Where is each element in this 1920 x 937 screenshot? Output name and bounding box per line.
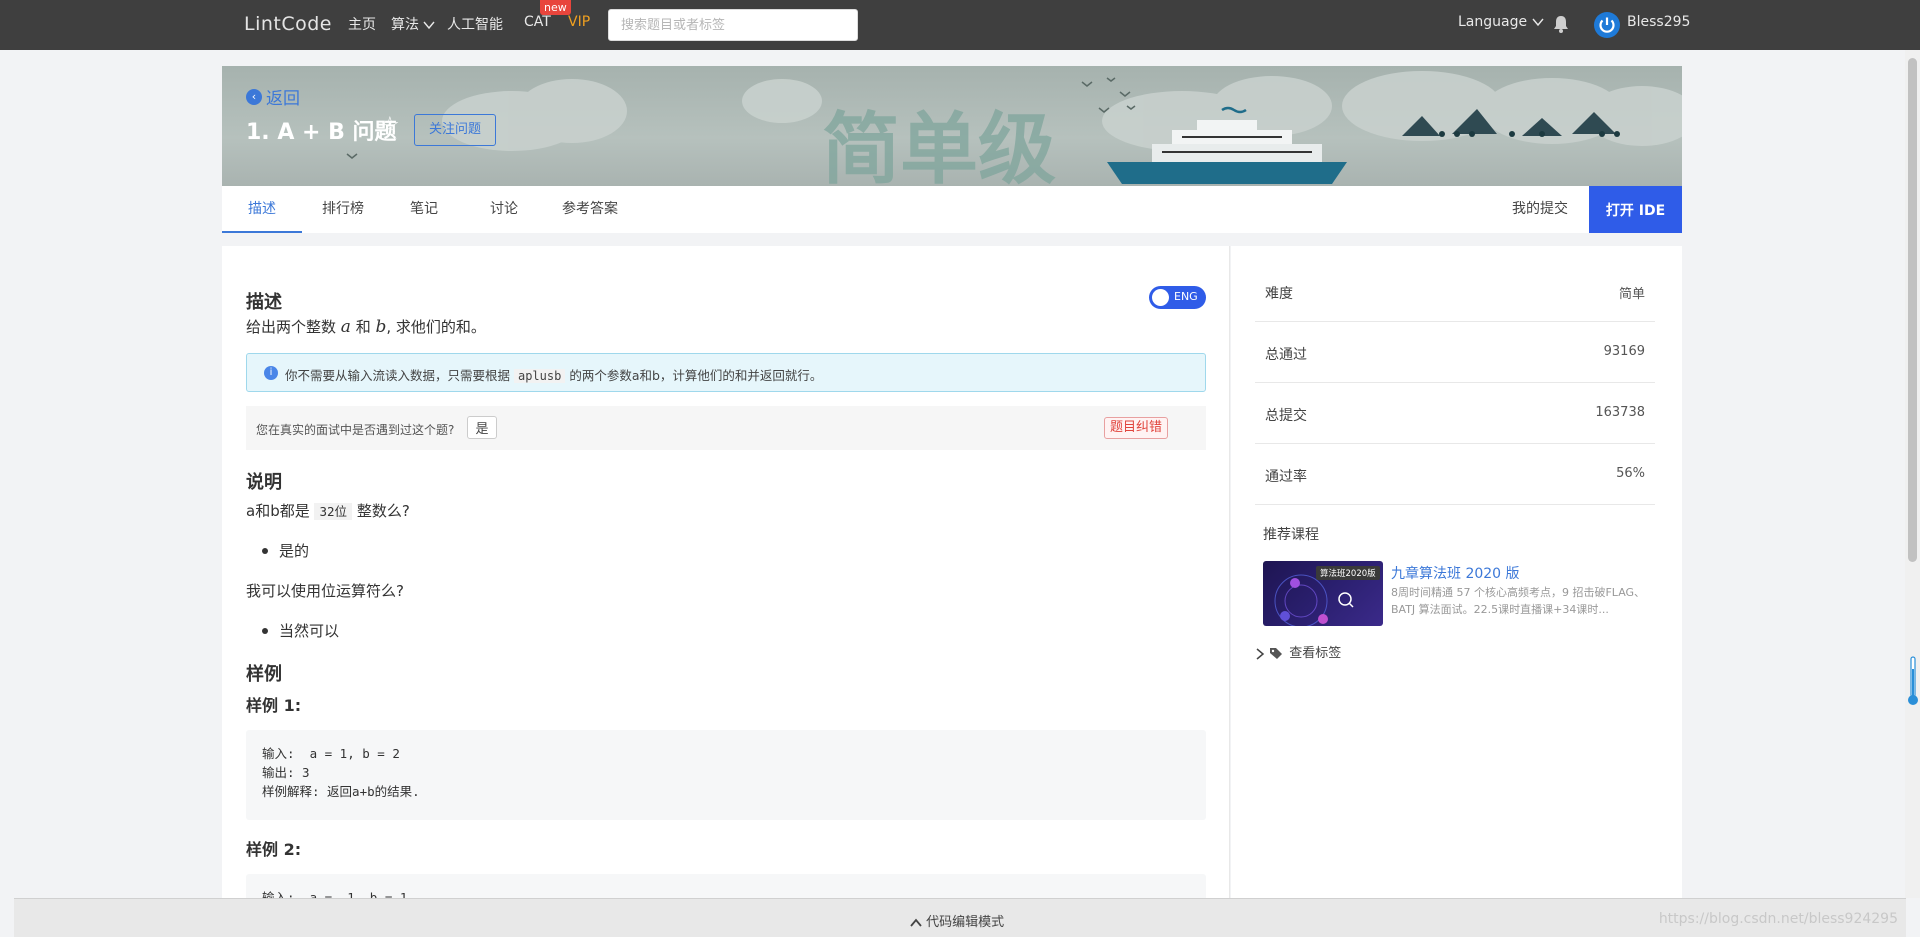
- stat-acceptance-rate: 通过率 56%: [1255, 444, 1655, 505]
- thermometer-icon[interactable]: [1907, 655, 1919, 707]
- username[interactable]: Bless295: [1627, 14, 1690, 30]
- chevron-down-icon: [1532, 18, 1544, 27]
- stat-total-submissions: 总提交 163738: [1255, 383, 1655, 444]
- interview-yes-button[interactable]: 是: [467, 416, 497, 439]
- page-scrollbar[interactable]: [1905, 50, 1920, 898]
- language-label: Language: [1458, 14, 1528, 30]
- top-navbar: LintCode 主页 算法 人工智能 CAT new VIP Language…: [0, 0, 1920, 50]
- open-ide-button[interactable]: 打开 IDE: [1589, 186, 1682, 233]
- explain-answer-1: 是的: [261, 542, 310, 560]
- stat-value: 简单: [1618, 287, 1645, 302]
- avatar[interactable]: [1594, 12, 1620, 38]
- explain-question-1: a和b都是 32位 整数么?: [246, 500, 410, 521]
- problem-tabs: 描述 排行榜 笔记 讨论 参考答案 我的提交 打开 IDE: [222, 186, 1682, 233]
- problem-title: 1. A + B 问题: [246, 120, 397, 145]
- follow-button[interactable]: 关注问题: [414, 114, 497, 146]
- example-1-code: 输入: a = 1, b = 2 输出: 3 样例解释: 返回a+b的结果.: [246, 730, 1206, 820]
- stat-value: 56%: [1616, 466, 1645, 481]
- course-name-link[interactable]: 九章算法班 2020 版: [1391, 563, 1520, 583]
- explain-question-2: 我可以使用位运算符么?: [246, 582, 404, 600]
- tab-notes[interactable]: 笔记: [384, 186, 464, 233]
- example-1-label: 样例 1:: [246, 696, 302, 715]
- description-text-part: , 求他们的和。: [386, 318, 486, 336]
- report-error-button[interactable]: 题目纠错: [1104, 417, 1169, 439]
- course-description: 8周时间精通 57 个核心高频考点，9 招击破FLAG、BATJ 算法面试。22…: [1391, 586, 1646, 616]
- description-text: 给出两个整数 a 和 b, 求他们的和。: [246, 316, 486, 337]
- language-toggle[interactable]: ENG: [1149, 286, 1206, 309]
- info-text-part: 你不需要从输入流读入数据，只需要根据: [285, 368, 514, 383]
- stat-label: 难度: [1265, 286, 1293, 302]
- tab-discussion[interactable]: 讨论: [464, 186, 544, 233]
- new-badge: new: [540, 0, 571, 15]
- blog-watermark: https://blog.csdn.net/bless924295: [1658, 911, 1898, 927]
- code-editor-mode-label: 代码编辑模式: [926, 915, 1005, 930]
- back-label: 返回: [266, 89, 300, 109]
- stat-value: 163738: [1595, 405, 1645, 420]
- course-thumbnail[interactable]: 算法班2020版: [1263, 561, 1383, 626]
- description-heading: 描述: [246, 292, 282, 313]
- toggle-knob: [1152, 289, 1169, 306]
- stat-label: 总通过: [1265, 347, 1307, 363]
- stat-label: 总提交: [1265, 408, 1307, 424]
- scrollbar-thumb[interactable]: [1908, 58, 1917, 562]
- view-tags-toggle[interactable]: 查看标签: [1255, 642, 1341, 661]
- code-editor-mode-bar[interactable]: 代码编辑模式 https://blog.csdn.net/bless924295: [14, 898, 1906, 937]
- stat-value: 93169: [1603, 344, 1645, 359]
- nav-algorithm[interactable]: 算法: [391, 14, 435, 34]
- interview-question-text: 您在真实的面试中是否遇到过这个题?: [256, 423, 455, 437]
- nav-cat[interactable]: CAT: [524, 14, 551, 30]
- interview-question-row: 您在真实的面试中是否遇到过这个题? 是 题目纠错: [246, 406, 1206, 450]
- tab-description[interactable]: 描述: [222, 186, 302, 233]
- problem-banner: 简单级 ‹ 返回 1. A + B 问题 ☆ 关注问题: [222, 66, 1682, 186]
- description-text-part: 给出两个整数: [246, 318, 341, 336]
- info-text-part: 的两个参数a和b，计算他们的和并返回就行。: [565, 368, 823, 383]
- info-text: 你不需要从输入流读入数据，只需要根据 aplusb 的两个参数a和b，计算他们的…: [285, 365, 822, 384]
- explain-heading: 说明: [246, 472, 282, 493]
- lintcode-logo[interactable]: LintCode: [244, 13, 332, 35]
- var-a: a: [340, 317, 351, 337]
- explain-text-part: a和b都是: [246, 502, 315, 520]
- stat-total-accepted: 总通过 93169: [1255, 322, 1655, 383]
- course-tag: 算法班2020版: [1316, 566, 1380, 580]
- code-editor-mode-toggle[interactable]: 代码编辑模式: [910, 911, 1004, 930]
- bell-icon[interactable]: [1552, 14, 1570, 34]
- explain-answer-2: 当然可以: [261, 622, 340, 640]
- nav-ai[interactable]: 人工智能: [447, 14, 503, 34]
- examples-heading: 样例: [246, 664, 282, 685]
- level-watermark: 简单级: [822, 105, 1056, 186]
- language-dropdown[interactable]: Language: [1458, 14, 1544, 30]
- power-icon: [1599, 17, 1615, 33]
- info-alert: i 你不需要从输入流读入数据，只需要根据 aplusb 的两个参数a和b，计算他…: [246, 353, 1206, 392]
- my-submissions-link[interactable]: 我的提交: [1512, 186, 1568, 233]
- nav-home[interactable]: 主页: [348, 14, 376, 34]
- tab-leaderboard[interactable]: 排行榜: [302, 186, 384, 233]
- back-link[interactable]: ‹ 返回: [246, 84, 300, 109]
- tags-icon: [1270, 648, 1283, 659]
- problem-sidebar: 难度 简单 总通过 93169 总提交 163738 通过率 56% 推荐课程 …: [1231, 246, 1682, 937]
- recommended-courses-title: 推荐课程: [1263, 527, 1319, 543]
- nav-algorithm-label: 算法: [391, 17, 419, 33]
- chevron-down-icon: [423, 21, 435, 30]
- chevron-right-icon: [1256, 647, 1265, 660]
- description-text-part: 和: [350, 318, 376, 336]
- chevron-up-icon: [910, 918, 922, 927]
- nav-vip[interactable]: VIP: [568, 14, 590, 30]
- info-code: aplusb: [513, 369, 566, 383]
- star-icon[interactable]: ☆: [380, 113, 400, 138]
- stat-label: 通过率: [1265, 469, 1307, 485]
- back-arrow-icon: ‹: [246, 88, 262, 105]
- explain-code: 32位: [314, 503, 353, 520]
- stat-difficulty: 难度 简单: [1255, 261, 1655, 322]
- toggle-label: ENG: [1174, 290, 1198, 303]
- problem-content: 描述 ENG 给出两个整数 a 和 b, 求他们的和。 i 你不需要从输入流读入…: [222, 246, 1230, 937]
- tab-reference-answer[interactable]: 参考答案: [544, 186, 636, 233]
- view-tags-label: 查看标签: [1289, 646, 1342, 661]
- search-input[interactable]: [608, 9, 858, 41]
- explain-text-part: 整数么?: [352, 502, 410, 520]
- example-2-label: 样例 2:: [246, 840, 302, 859]
- var-b: b: [375, 317, 387, 337]
- info-icon: i: [264, 366, 278, 380]
